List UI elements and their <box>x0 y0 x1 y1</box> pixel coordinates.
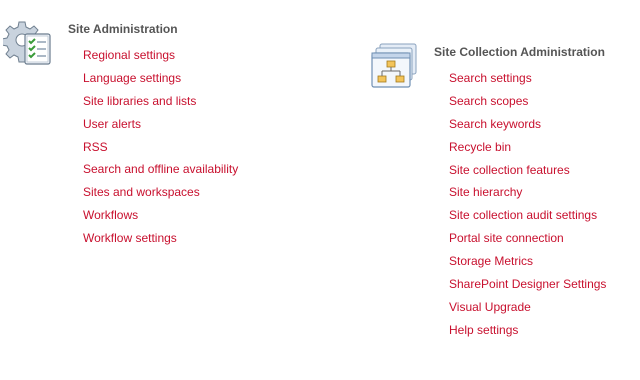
link-site-collection-audit-settings[interactable]: Site collection audit settings <box>449 208 597 222</box>
link-site-hierarchy[interactable]: Site hierarchy <box>449 185 522 199</box>
link-rss[interactable]: RSS <box>83 140 108 154</box>
link-sites-and-workspaces[interactable]: Sites and workspaces <box>83 185 200 199</box>
link-site-libraries-and-lists[interactable]: Site libraries and lists <box>83 94 196 108</box>
link-sharepoint-designer-settings[interactable]: SharePoint Designer Settings <box>449 277 606 291</box>
link-user-alerts[interactable]: User alerts <box>83 117 141 131</box>
link-workflows[interactable]: Workflows <box>83 208 138 222</box>
link-search-keywords[interactable]: Search keywords <box>449 117 541 131</box>
site-administration-section: Site Administration Regional settings La… <box>0 0 330 260</box>
link-visual-upgrade[interactable]: Visual Upgrade <box>449 300 531 314</box>
link-help-settings[interactable]: Help settings <box>449 323 518 337</box>
link-language-settings[interactable]: Language settings <box>83 71 181 85</box>
link-recycle-bin[interactable]: Recycle bin <box>449 140 511 154</box>
site-collection-administration-section: Site Collection Administration Search se… <box>330 0 640 360</box>
link-storage-metrics[interactable]: Storage Metrics <box>449 254 533 268</box>
site-hierarchy-windows-icon <box>370 40 422 92</box>
link-site-collection-features[interactable]: Site collection features <box>449 163 570 177</box>
link-search-scopes[interactable]: Search scopes <box>449 94 528 108</box>
link-regional-settings[interactable]: Regional settings <box>83 48 175 62</box>
site-administration-title: Site Administration <box>68 22 178 36</box>
link-workflow-settings[interactable]: Workflow settings <box>83 231 177 245</box>
link-search-settings[interactable]: Search settings <box>449 71 532 85</box>
settings-gear-checklist-icon <box>1 18 55 70</box>
site-collection-administration-title: Site Collection Administration <box>434 45 605 59</box>
link-search-and-offline-availability[interactable]: Search and offline availability <box>83 162 238 176</box>
site-administration-links: Regional settings Language settings Site… <box>83 47 238 253</box>
link-portal-site-connection[interactable]: Portal site connection <box>449 231 564 245</box>
site-collection-administration-links: Search settings Search scopes Search key… <box>449 70 606 345</box>
